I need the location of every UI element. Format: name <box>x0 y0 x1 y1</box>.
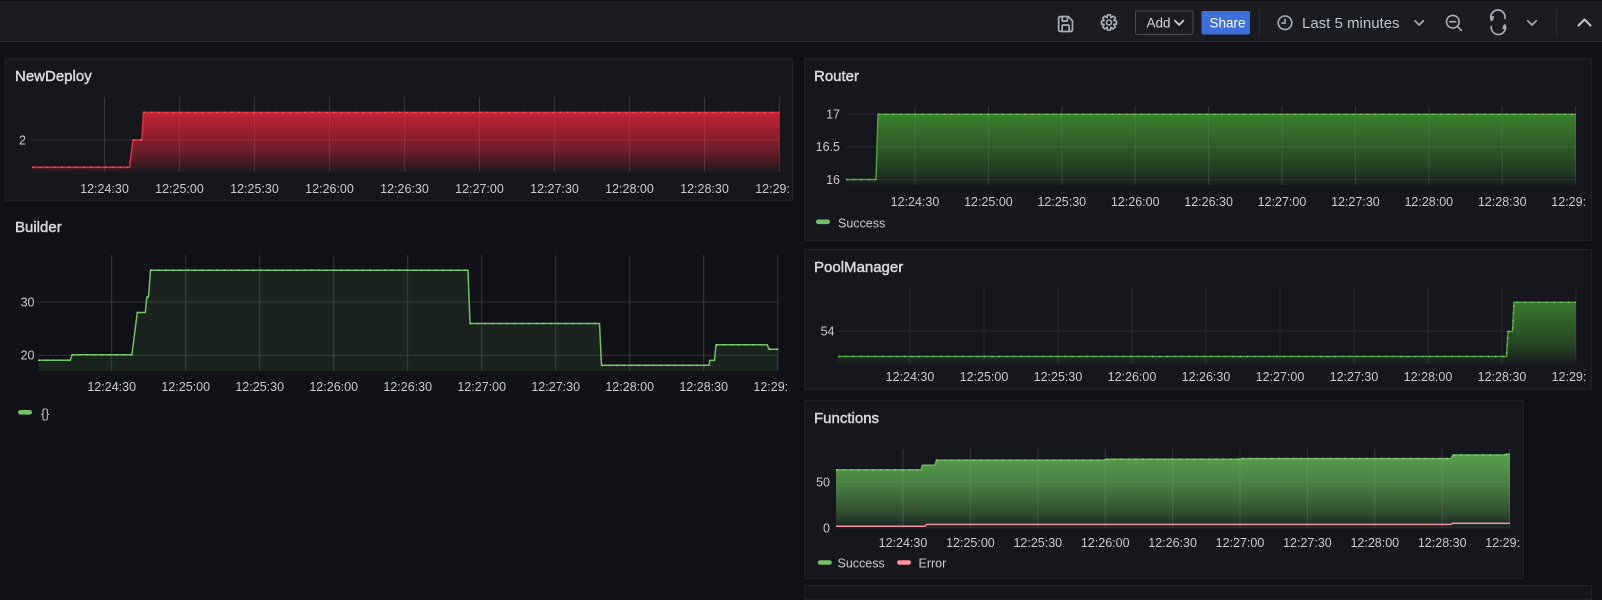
svg-text:12:28:00: 12:28:00 <box>605 380 654 394</box>
svg-text:Last 5 minutes: Last 5 minutes <box>1302 15 1400 32</box>
svg-text:12:25:30: 12:25:30 <box>1013 536 1062 550</box>
svg-text:54: 54 <box>821 324 835 338</box>
svg-text:12:26:00: 12:26:00 <box>309 380 358 394</box>
svg-text:12:26:00: 12:26:00 <box>1081 536 1130 550</box>
svg-text:12:28:00: 12:28:00 <box>605 182 654 196</box>
svg-text:12:28:00: 12:28:00 <box>1350 536 1399 550</box>
svg-text:Success: Success <box>838 216 885 230</box>
svg-text:12:27:30: 12:27:30 <box>1330 370 1379 384</box>
svg-text:12:28:30: 12:28:30 <box>679 380 728 394</box>
svg-text:12:25:30: 12:25:30 <box>235 380 284 394</box>
svg-text:{}: {} <box>41 407 49 421</box>
svg-text:12:29:: 12:29: <box>753 380 788 394</box>
svg-text:12:29:: 12:29: <box>1552 370 1587 384</box>
svg-text:Add: Add <box>1147 15 1171 30</box>
svg-text:12:28:00: 12:28:00 <box>1404 370 1453 384</box>
svg-text:12:27:00: 12:27:00 <box>455 182 504 196</box>
svg-text:12:26:00: 12:26:00 <box>1111 195 1160 209</box>
svg-text:12:27:30: 12:27:30 <box>531 380 580 394</box>
svg-text:12:24:30: 12:24:30 <box>87 380 136 394</box>
svg-text:30: 30 <box>21 295 35 309</box>
svg-text:12:27:00: 12:27:00 <box>1216 536 1265 550</box>
svg-text:50: 50 <box>816 475 830 489</box>
svg-text:12:25:00: 12:25:00 <box>946 536 995 550</box>
svg-text:17: 17 <box>826 108 840 122</box>
svg-text:12:26:30: 12:26:30 <box>380 182 429 196</box>
svg-text:2: 2 <box>19 133 26 147</box>
svg-text:12:26:00: 12:26:00 <box>1108 370 1157 384</box>
svg-text:12:25:30: 12:25:30 <box>1034 370 1083 384</box>
svg-text:12:27:00: 12:27:00 <box>1258 195 1307 209</box>
svg-text:12:27:30: 12:27:30 <box>1283 536 1332 550</box>
svg-text:12:27:00: 12:27:00 <box>457 380 506 394</box>
svg-text:12:26:30: 12:26:30 <box>1148 536 1197 550</box>
svg-text:12:27:30: 12:27:30 <box>1331 195 1380 209</box>
svg-text:12:28:00: 12:28:00 <box>1404 195 1453 209</box>
svg-text:12:26:30: 12:26:30 <box>1182 370 1231 384</box>
svg-text:12:25:00: 12:25:00 <box>155 182 204 196</box>
svg-text:12:28:30: 12:28:30 <box>680 182 729 196</box>
svg-text:12:27:00: 12:27:00 <box>1256 370 1305 384</box>
svg-text:20: 20 <box>21 349 35 363</box>
svg-text:12:28:30: 12:28:30 <box>1478 195 1527 209</box>
svg-text:12:26:00: 12:26:00 <box>305 182 354 196</box>
svg-text:12:28:30: 12:28:30 <box>1418 536 1467 550</box>
svg-text:12:25:30: 12:25:30 <box>1037 195 1086 209</box>
svg-text:0: 0 <box>823 521 830 535</box>
svg-text:12:25:00: 12:25:00 <box>161 380 210 394</box>
svg-text:12:25:00: 12:25:00 <box>964 195 1013 209</box>
svg-text:12:29:: 12:29: <box>1551 195 1586 209</box>
svg-text:12:25:30: 12:25:30 <box>230 182 279 196</box>
svg-text:16: 16 <box>826 173 840 187</box>
svg-text:12:27:30: 12:27:30 <box>530 182 579 196</box>
svg-text:12:26:30: 12:26:30 <box>383 380 432 394</box>
svg-text:12:29:: 12:29: <box>755 182 790 196</box>
svg-text:12:24:30: 12:24:30 <box>80 182 129 196</box>
svg-text:12:24:30: 12:24:30 <box>886 370 935 384</box>
svg-text:Share: Share <box>1210 15 1246 30</box>
svg-text:12:26:30: 12:26:30 <box>1184 195 1233 209</box>
svg-text:12:29:: 12:29: <box>1485 536 1520 550</box>
svg-text:12:28:30: 12:28:30 <box>1478 370 1527 384</box>
svg-text:12:24:30: 12:24:30 <box>891 195 940 209</box>
svg-text:Success: Success <box>838 556 885 570</box>
svg-text:Error: Error <box>919 556 947 570</box>
svg-text:12:25:00: 12:25:00 <box>960 370 1009 384</box>
svg-text:12:24:30: 12:24:30 <box>879 536 928 550</box>
svg-text:16.5: 16.5 <box>816 140 840 154</box>
